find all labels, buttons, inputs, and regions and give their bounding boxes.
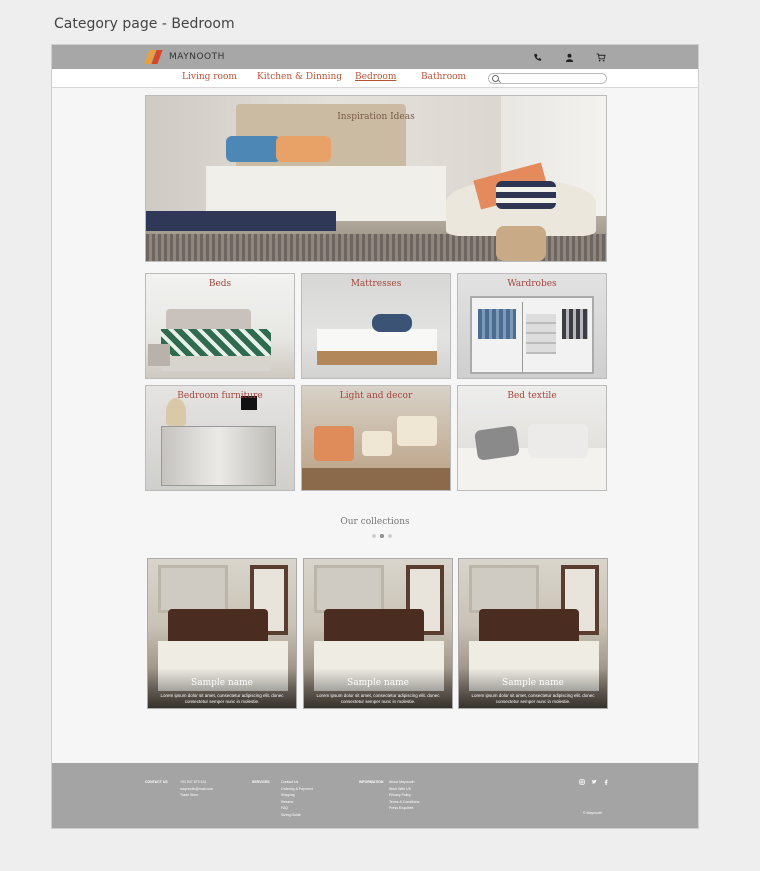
twitter-icon[interactable] [591, 779, 597, 787]
user-icon[interactable] [563, 51, 575, 63]
category-label: Bed textile [507, 391, 557, 401]
category-label: Bedroom furniture [177, 391, 263, 401]
footer-heading: INFORMATION [359, 780, 384, 784]
logo-mark [144, 50, 165, 64]
footer-information-heading: INFORMATION [359, 779, 383, 786]
collection-card-name: Sample name [191, 678, 253, 688]
nav-item-bedroom[interactable]: Bedroom [355, 72, 396, 82]
nav-item-bathroom[interactable]: Bathroom [421, 72, 466, 82]
collection-card[interactable]: Sample name Lorem ipsum dolor sit amet, … [303, 558, 453, 709]
top-bar: MAYNOOTH [52, 45, 698, 69]
footer-heading: SERVICES [252, 780, 270, 784]
category-label: Beds [208, 279, 232, 289]
logo[interactable]: MAYNOOTH [144, 49, 225, 65]
pagination-dot-active[interactable] [380, 534, 384, 538]
footer-heading: CONTACT US [145, 780, 168, 784]
cart-icon[interactable] [595, 51, 607, 63]
pagination-dot[interactable] [372, 534, 376, 538]
footer-services-heading: SERVICES [252, 779, 270, 786]
search-icon [492, 75, 499, 82]
footer-link[interactable]: Trade Store [180, 792, 213, 799]
collection-card[interactable]: Sample name Lorem ipsum dolor sit amet, … [458, 558, 608, 709]
search-input[interactable] [488, 73, 607, 84]
site-frame: MAYNOOTH Living room Kitchen & Dinning B… [51, 44, 699, 829]
category-tile-wardrobes[interactable]: Wardrobes [457, 273, 607, 379]
collection-card-name: Sample name [502, 678, 564, 688]
category-label: Light and decor [339, 391, 413, 401]
page-title: Category page - Bedroom [54, 16, 235, 32]
collection-card-name: Sample name [347, 678, 409, 688]
footer-link[interactable]: Press Enquiries [389, 805, 419, 812]
copyright: © Maynooth [583, 811, 602, 815]
footer: CONTACT US +01 547 879 431 maynooth@mail… [52, 763, 698, 828]
footer-contact-list: +01 547 879 431 maynooth@mail.com Trade … [180, 779, 213, 799]
pagination-dot[interactable] [388, 534, 392, 538]
category-label: Mattresses [350, 279, 402, 289]
nav-item-kitchen-dinning[interactable]: Kitchen & Dinning [257, 72, 342, 82]
category-tile-light-and-decor[interactable]: Light and decor [301, 385, 451, 491]
footer-contact-heading: CONTACT US [145, 779, 168, 786]
instagram-icon[interactable] [579, 779, 585, 787]
hero-banner[interactable]: Inspiration Ideas [145, 95, 607, 262]
social-links [579, 779, 609, 787]
phone-icon[interactable] [531, 51, 543, 63]
category-tile-beds[interactable]: Beds [145, 273, 295, 379]
logo-text: MAYNOOTH [169, 52, 225, 62]
collection-card[interactable]: Sample name Lorem ipsum dolor sit amet, … [147, 558, 297, 709]
footer-link[interactable]: Sizing Guide [281, 812, 313, 819]
collection-card-description: Lorem ipsum dolor sit amet, consectetur … [316, 693, 440, 704]
collection-card-description: Lorem ipsum dolor sit amet, consectetur … [471, 693, 595, 704]
category-tile-bed-textile[interactable]: Bed textile [457, 385, 607, 491]
category-tile-mattresses[interactable]: Mattresses [301, 273, 451, 379]
footer-information-list: About Maynooth Work With US Privacy Poli… [389, 779, 419, 812]
category-tile-bedroom-furniture[interactable]: Bedroom furniture [145, 385, 295, 491]
collection-card-description: Lorem ipsum dolor sit amet, consectetur … [160, 693, 284, 704]
footer-services-list: Contact Us Ordering & Payment Shipping R… [281, 779, 313, 818]
carousel-pagination [372, 534, 392, 538]
category-label: Wardrobes [507, 279, 557, 289]
main-nav: Living room Kitchen & Dinning Bedroom Ba… [52, 69, 698, 88]
nav-item-living-room[interactable]: Living room [182, 72, 237, 82]
facebook-icon[interactable] [603, 779, 609, 787]
hero-caption: Inspiration Ideas [337, 112, 415, 122]
collections-title: Our collections [340, 517, 410, 527]
